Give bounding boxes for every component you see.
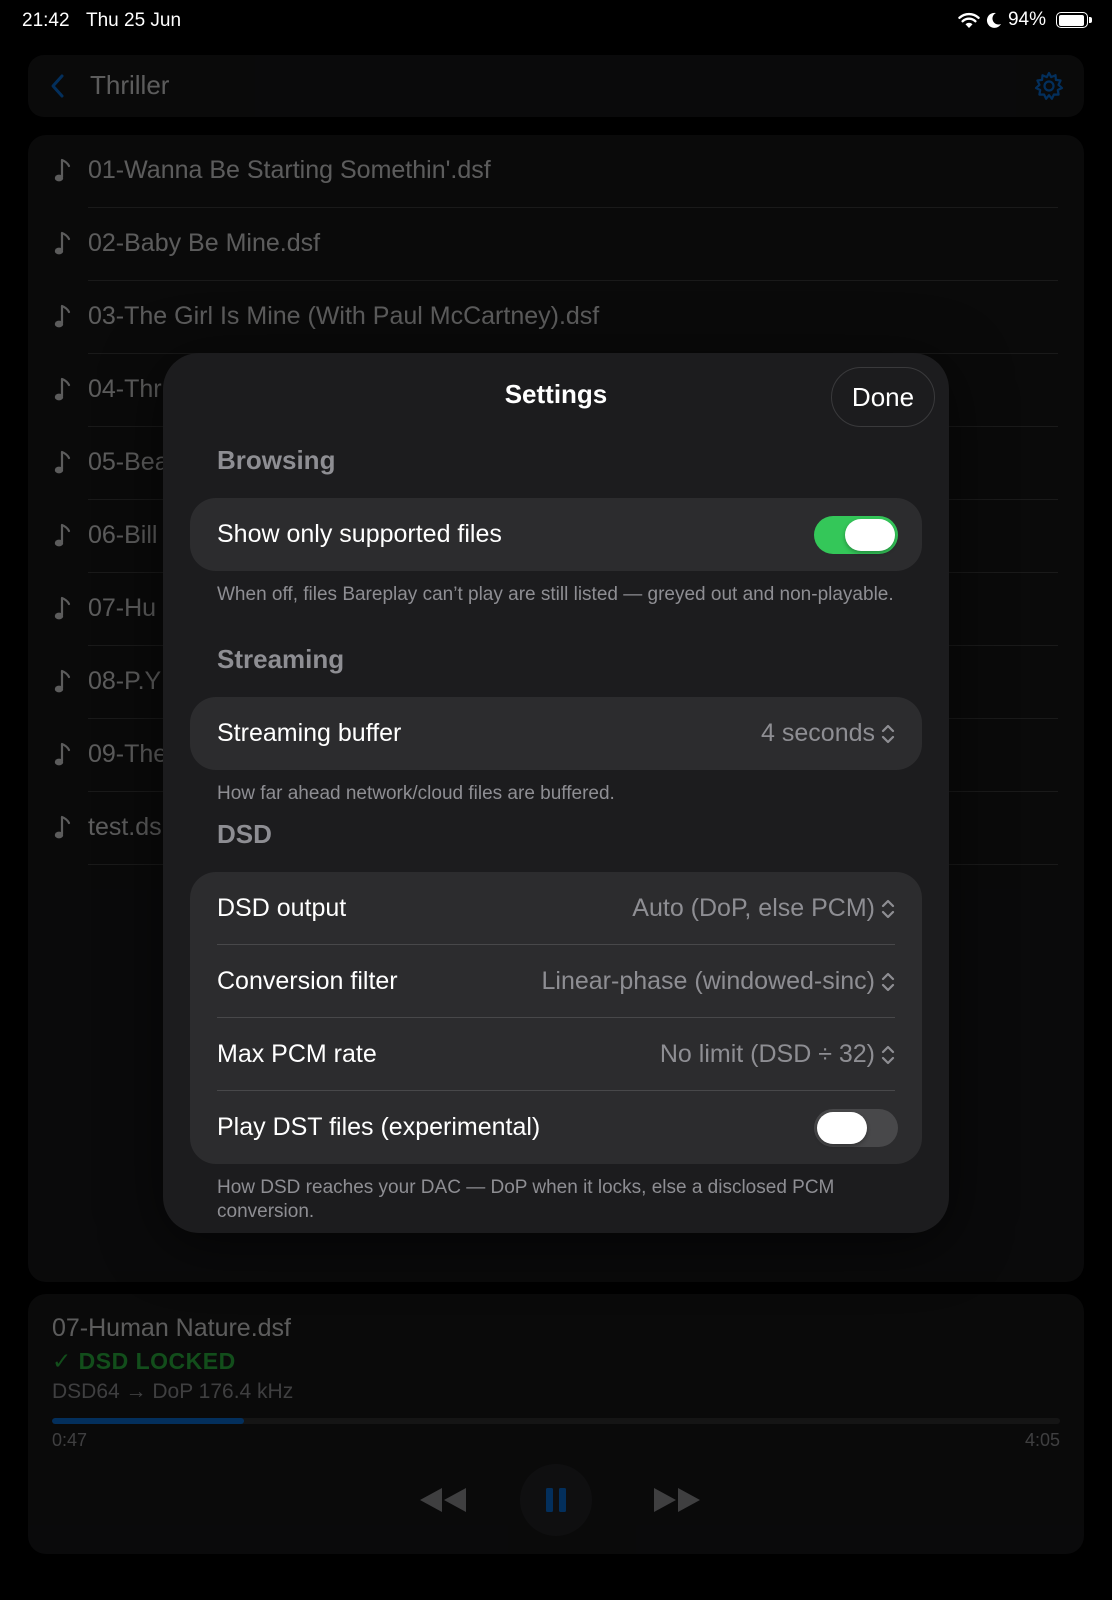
chevron-updown-icon (881, 972, 895, 991)
browsing-group: Show only supported files (190, 498, 922, 571)
music-note-icon (54, 450, 71, 474)
show-supported-row[interactable]: Show only supported files (190, 498, 922, 571)
music-note-icon (54, 231, 71, 255)
music-note-icon (54, 815, 71, 839)
track-row[interactable]: 01-Wanna Be Starting Somethin'.dsf (28, 135, 1084, 208)
max-pcm-rate-label: Max PCM rate (217, 1040, 377, 1068)
pause-button[interactable] (520, 1464, 592, 1536)
elapsed-time: 0:47 (52, 1430, 88, 1450)
status-time: 21:42 (22, 10, 70, 31)
page-title: Thriller (90, 70, 170, 100)
conversion-filter-row[interactable]: Conversion filter Linear-phase (windowed… (190, 945, 922, 1018)
battery-percent: 94% (1007, 9, 1046, 30)
track-name: 04-Thr (88, 375, 162, 403)
settings-sheet: Settings Done Browsing Show only support… (163, 353, 949, 1233)
track-name: 02-Baby Be Mine.dsf (88, 229, 321, 257)
toggle-knob (817, 1112, 867, 1144)
track-name: 03-The Girl Is Mine (With Paul McCartney… (88, 302, 600, 330)
dsd-output-label: DSD output (217, 894, 347, 922)
show-supported-label: Show only supported files (217, 520, 502, 548)
show-supported-toggle[interactable] (814, 516, 898, 554)
streaming-buffer-label: Streaming buffer (217, 719, 402, 747)
track-name: 06-Bill (88, 521, 158, 549)
music-note-icon (54, 596, 71, 620)
section-header-dsd: DSD (217, 819, 272, 849)
battery-icon (1056, 12, 1092, 28)
chevron-updown-icon (881, 724, 895, 743)
track-name: 09-The (88, 740, 168, 768)
status-bar: 21:42 Thu 25 Jun 94% (0, 0, 1112, 44)
dsd-note: How DSD reaches your DAC — DoP when it l… (217, 1177, 835, 1222)
conversion-filter-picker[interactable]: Linear-phase (windowed-sinc) (542, 967, 896, 996)
status-date: Thu 25 Jun (86, 10, 182, 31)
track-name: 08-P.Y (88, 667, 162, 695)
browsing-note: When off, files Bareplay can’t play are … (217, 584, 894, 605)
total-time: 4:05 (1024, 1430, 1060, 1450)
fast-forward-icon[interactable] (648, 1464, 704, 1536)
status-indicators: 94% (958, 9, 1092, 31)
done-button[interactable]: Done (831, 367, 935, 427)
nav-bar: Thriller (28, 55, 1084, 117)
music-note-icon (54, 742, 71, 766)
dsd-locked-badge: ✓ DSD LOCKED (52, 1348, 236, 1374)
max-pcm-rate-picker[interactable]: No limit (DSD ÷ 32) (660, 1040, 895, 1069)
wifi-icon (958, 12, 980, 28)
music-note-icon (54, 377, 71, 401)
progress-fill (52, 1418, 244, 1424)
streaming-buffer-picker[interactable]: 4 seconds (761, 719, 895, 748)
track-name: 05-Bea (88, 448, 169, 476)
now-playing-card: 07-Human Nature.dsf ✓ DSD LOCKED DSD64 →… (28, 1294, 1084, 1554)
music-note-icon (54, 304, 71, 328)
streaming-note: How far ahead network/cloud files are bu… (217, 783, 615, 804)
track-name: 07-Hu (88, 594, 157, 622)
play-dst-label: Play DST files (experimental) (217, 1113, 541, 1141)
conversion-filter-label: Conversion filter (217, 967, 398, 995)
track-row[interactable]: 03-The Girl Is Mine (With Paul McCartney… (28, 281, 1084, 354)
pause-icon (546, 1488, 566, 1512)
rewind-icon[interactable] (416, 1464, 472, 1536)
play-dst-toggle[interactable] (814, 1109, 898, 1147)
music-note-icon (54, 523, 71, 547)
streaming-group: Streaming buffer 4 seconds (190, 697, 922, 770)
chevron-updown-icon (881, 1045, 895, 1064)
track-row[interactable]: 02-Baby Be Mine.dsf (28, 208, 1084, 281)
music-note-icon (54, 158, 71, 182)
dsd-output-row[interactable]: DSD output Auto (DoP, else PCM) (190, 872, 922, 945)
streaming-buffer-value: 4 seconds (761, 719, 875, 747)
streaming-buffer-row[interactable]: Streaming buffer 4 seconds (190, 697, 922, 770)
chevron-left-icon[interactable] (46, 72, 70, 100)
format-info: DSD64 → DoP 176.4 kHz (52, 1380, 294, 1403)
toggle-knob (845, 519, 895, 551)
conversion-filter-value: Linear-phase (windowed-sinc) (541, 967, 876, 995)
max-pcm-rate-row[interactable]: Max PCM rate No limit (DSD ÷ 32) (190, 1018, 922, 1091)
track-name: 01-Wanna Be Starting Somethin'.dsf (88, 156, 491, 184)
moon-icon (986, 12, 1001, 28)
play-dst-row[interactable]: Play DST files (experimental) (190, 1091, 922, 1164)
dsd-output-value: Auto (DoP, else PCM) (632, 894, 875, 922)
max-pcm-rate-value: No limit (DSD ÷ 32) (659, 1040, 875, 1068)
battery-fill (1058, 14, 1084, 26)
section-header-browsing: Browsing (217, 445, 336, 475)
dsd-output-picker[interactable]: Auto (DoP, else PCM) (632, 894, 895, 923)
track-name: test.ds (88, 813, 162, 841)
gear-icon[interactable] (1034, 71, 1064, 101)
section-header-streaming: Streaming (217, 644, 345, 674)
now-playing-title: 07-Human Nature.dsf (52, 1314, 292, 1342)
dsd-group: DSD output Auto (DoP, else PCM) Conversi… (190, 872, 922, 1164)
music-note-icon (54, 669, 71, 693)
progress-bar[interactable] (52, 1418, 1060, 1424)
chevron-updown-icon (881, 899, 895, 918)
